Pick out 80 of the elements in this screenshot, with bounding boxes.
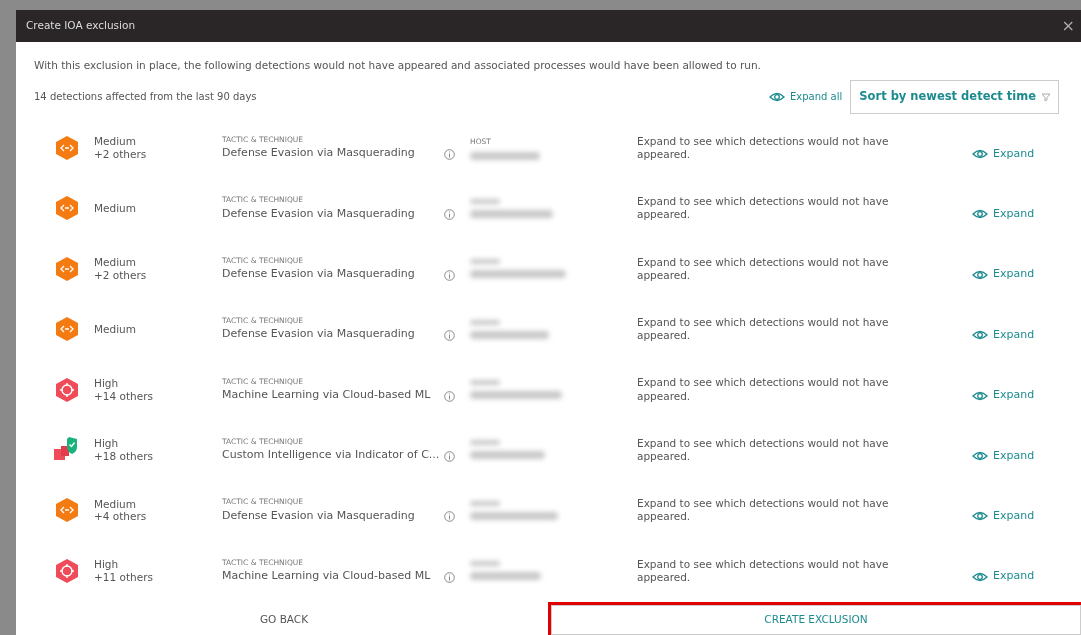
expand-link[interactable]: Expand xyxy=(972,206,1035,223)
severity-text: Medium xyxy=(94,256,137,269)
eye-icon xyxy=(972,571,988,582)
tactic-text: Defense Evasion via Masquerading xyxy=(222,205,416,222)
eye-icon xyxy=(972,148,988,159)
description-text: Expand to see which detections would not have appeared. xyxy=(637,255,890,282)
expand-all-link[interactable]: Expand all xyxy=(769,89,843,105)
eye-icon xyxy=(972,390,988,401)
description-text: Expand to see which detections would not have appeared. xyxy=(637,436,890,463)
tactic-text: Custom Intelligence via Indicator of C... xyxy=(222,447,441,464)
eye-icon xyxy=(972,209,988,220)
hexagon-code-icon xyxy=(54,195,80,222)
eye-icon xyxy=(972,450,988,461)
hexagon-code-icon xyxy=(54,255,80,282)
tactic-text: Defense Evasion via Masquerading xyxy=(222,266,416,283)
info-icon[interactable] xyxy=(444,148,455,160)
expand-link[interactable]: Expand xyxy=(972,145,1035,163)
severity-text: High xyxy=(94,376,120,390)
others-count: +11 others xyxy=(94,570,154,584)
redacted-text xyxy=(470,198,500,204)
description-text: Expand to see which detections would not have appeared. xyxy=(637,497,890,524)
close-button[interactable]: × xyxy=(1061,18,1075,34)
summary-text: 14 detections affected from the last 90 days xyxy=(34,90,258,105)
others-count: +2 others xyxy=(94,268,148,282)
intro-text: With this exclusion in place, the following detections would not have appeared and associated processes would have been allowed to run. xyxy=(33,58,762,73)
severity-text: Medium xyxy=(94,497,137,511)
expand-link[interactable]: Expand xyxy=(972,508,1035,525)
severity-text: Medium xyxy=(94,322,137,336)
go-back-button[interactable]: GO BACK xyxy=(16,605,552,635)
info-icon[interactable] xyxy=(444,269,455,281)
tactic-text: Machine Learning via Cloud-based ML xyxy=(222,568,432,585)
expand-link[interactable]: Expand xyxy=(972,447,1035,465)
redacted-text xyxy=(470,319,500,325)
description-text: Expand to see which detections would not have appeared. xyxy=(637,376,890,403)
redacted-host xyxy=(470,572,541,581)
redacted-text xyxy=(470,440,500,446)
hexagon-code-icon xyxy=(54,134,80,161)
severity-text: High xyxy=(94,558,120,571)
description-text: Expand to see which detections would not have appeared. xyxy=(637,557,890,584)
hexagon-target-icon xyxy=(54,376,80,403)
tactic-text: Defense Evasion via Masquerading xyxy=(222,145,416,162)
eye-icon xyxy=(972,269,988,280)
sort-dropdown[interactable]: Sort by newest detect time xyxy=(850,79,1059,114)
description-text: Expand to see which detections would not have appeared. xyxy=(637,316,890,343)
info-icon[interactable] xyxy=(444,390,455,402)
redacted-text xyxy=(470,561,500,567)
redacted-text xyxy=(470,380,500,385)
description-text: Expand to see which detections would not have appeared. xyxy=(637,195,890,222)
window-title: Create IOA exclusion xyxy=(26,18,136,34)
info-icon[interactable] xyxy=(444,330,455,342)
info-icon[interactable] xyxy=(444,571,455,583)
expand-link[interactable]: Expand xyxy=(972,326,1035,344)
severity-text: Medium xyxy=(94,135,137,148)
redacted-text xyxy=(470,259,500,265)
expand-link[interactable]: Expand xyxy=(972,266,1035,283)
filter-icon xyxy=(1042,92,1050,101)
expand-link[interactable]: Expand xyxy=(972,387,1035,404)
hexagon-target-icon xyxy=(54,557,80,584)
others-count: +14 others xyxy=(94,389,154,403)
info-icon[interactable] xyxy=(444,209,455,221)
severity-text: High xyxy=(94,437,120,450)
eye-icon xyxy=(769,91,785,102)
hexagon-code-icon xyxy=(54,316,80,343)
others-count: +18 others xyxy=(94,449,154,463)
tactic-text: Machine Learning via Cloud-based ML xyxy=(222,386,432,403)
eye-icon xyxy=(972,330,988,341)
expand-link[interactable]: Expand xyxy=(972,568,1035,585)
info-icon[interactable] xyxy=(444,450,455,462)
description-text: Expand to see which detections would not have appeared. xyxy=(637,134,890,162)
redacted-text xyxy=(470,500,500,506)
create-exclusion-button[interactable]: CREATE EXCLUSION xyxy=(551,605,1081,635)
others-count: +2 others xyxy=(94,147,148,161)
eye-icon xyxy=(972,511,988,522)
tactic-text: Defense Evasion via Masquerading xyxy=(222,326,416,343)
others-count: +4 others xyxy=(94,510,148,523)
info-icon[interactable] xyxy=(444,511,455,523)
tactic-text: Defense Evasion via Masquerading xyxy=(222,507,416,524)
severity-text: Medium xyxy=(94,202,137,215)
redacted-host xyxy=(470,151,540,160)
hexagon-code-icon xyxy=(54,497,80,524)
